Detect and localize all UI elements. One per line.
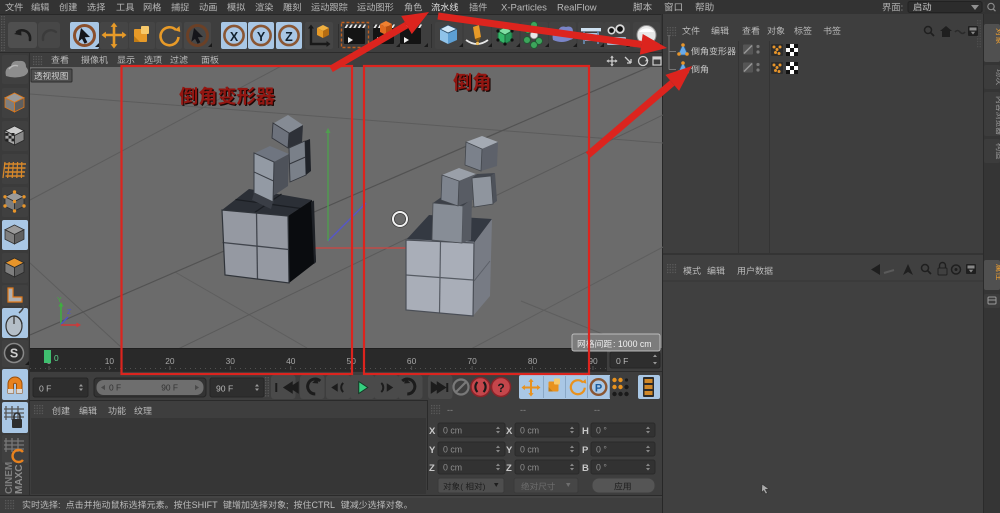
svg-text:B: B xyxy=(582,463,589,474)
svg-text:70: 70 xyxy=(467,356,477,366)
svg-text:90 F: 90 F xyxy=(161,383,178,393)
svg-text:H: H xyxy=(582,426,589,437)
svg-text:Y: Y xyxy=(257,30,266,44)
svg-text:Y: Y xyxy=(57,297,62,304)
svg-text:0 cm: 0 cm xyxy=(520,426,539,436)
svg-text:--: -- xyxy=(447,405,453,415)
svg-text::: : xyxy=(901,3,904,13)
svg-text:0 °: 0 ° xyxy=(596,426,607,436)
svg-text:--: -- xyxy=(520,405,526,415)
svg-text:P: P xyxy=(582,445,589,456)
svg-text:0 °: 0 ° xyxy=(596,463,607,473)
svg-text:0 cm: 0 cm xyxy=(520,445,539,455)
svg-text:--: -- xyxy=(594,405,600,415)
svg-text:10: 10 xyxy=(105,356,115,366)
svg-text:X: X xyxy=(429,426,436,437)
svg-text:60: 60 xyxy=(407,356,417,366)
svg-text:80: 80 xyxy=(528,356,538,366)
svg-text:): ) xyxy=(483,482,486,492)
svg-text:Z: Z xyxy=(67,309,72,316)
svg-text:30: 30 xyxy=(226,356,236,366)
svg-text:SHIFT: SHIFT xyxy=(192,500,219,510)
svg-text:Y: Y xyxy=(506,445,513,456)
svg-text:CINEM: CINEM xyxy=(4,462,15,494)
svg-text:0 F: 0 F xyxy=(109,383,121,393)
svg-text:?: ? xyxy=(497,381,504,395)
svg-text::: : xyxy=(58,500,61,510)
svg-text:X: X xyxy=(506,426,513,437)
svg-text:0 cm: 0 cm xyxy=(443,463,462,473)
svg-text:MAXC: MAXC xyxy=(14,465,25,494)
svg-text:0 F: 0 F xyxy=(39,384,51,394)
svg-text:0 cm: 0 cm xyxy=(443,426,462,436)
svg-text:;: ; xyxy=(286,500,289,510)
svg-text:(: ( xyxy=(460,482,463,492)
svg-text:RealFlow: RealFlow xyxy=(557,3,597,14)
svg-text:S: S xyxy=(10,347,18,361)
svg-text:Z: Z xyxy=(506,463,512,474)
svg-text:Z: Z xyxy=(429,463,435,474)
svg-text:: 1000 cm: : 1000 cm xyxy=(613,339,652,349)
svg-text:0: 0 xyxy=(54,353,59,363)
svg-text:P: P xyxy=(595,383,602,395)
svg-text:0 °: 0 ° xyxy=(596,445,607,455)
svg-text:CTRL: CTRL xyxy=(312,500,336,510)
svg-text:90 F: 90 F xyxy=(216,384,233,394)
svg-text:0 cm: 0 cm xyxy=(520,463,539,473)
svg-text:40: 40 xyxy=(286,356,296,366)
svg-text:X: X xyxy=(230,30,239,44)
svg-text:Z: Z xyxy=(285,30,293,44)
svg-text:0 cm: 0 cm xyxy=(443,445,462,455)
svg-text:X-Particles: X-Particles xyxy=(501,3,547,14)
svg-text:Y: Y xyxy=(429,445,436,456)
svg-text:20: 20 xyxy=(165,356,175,366)
svg-text:0 F: 0 F xyxy=(616,356,628,366)
